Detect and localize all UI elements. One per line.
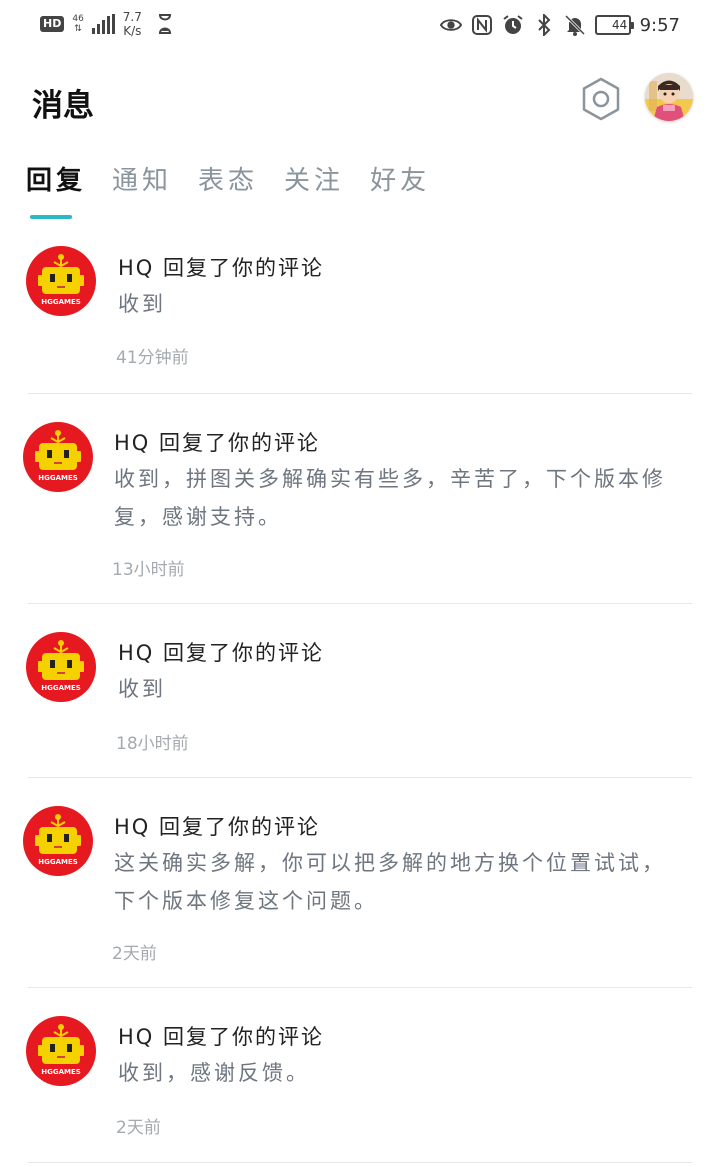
message-time: 13小时前 — [112, 560, 185, 580]
alarm-icon — [502, 14, 524, 36]
robot-logo-icon: HGGAMES — [38, 254, 84, 306]
message-item[interactable]: HGGAMES HQ 回复了你的评论 收到，感谢反馈。 2天前 — [0, 989, 720, 1165]
divider — [28, 603, 692, 604]
logo-text: HGGAMES — [38, 474, 78, 482]
bluetooth-icon — [533, 14, 555, 36]
message-body: 收到 — [118, 677, 166, 701]
logo-text: HGGAMES — [38, 858, 78, 866]
message-tabs: 回复 通知 表态 关注 好友 — [26, 160, 456, 220]
logo-text: HGGAMES — [41, 1068, 81, 1076]
nfc-icon — [471, 14, 493, 36]
user-avatar[interactable] — [645, 73, 693, 121]
message-item[interactable]: HGGAMES HQ 回复了你的评论 收到，拼图关多解确实有些多，辛苦了，下个版… — [0, 395, 720, 605]
robot-logo-icon: HGGAMES — [38, 640, 84, 692]
robot-logo-icon: HGGAMES — [35, 430, 81, 482]
message-item[interactable]: HGGAMES HQ 回复了你的评论 收到 18小时前 — [0, 605, 720, 779]
message-time: 2天前 — [112, 944, 157, 964]
clock: 9:57 — [639, 14, 680, 36]
battery-icon: 44 — [594, 15, 634, 35]
message-body: 这关确实多解，你可以把多解的地方换个位置试试，下个版本修复这个问题。 — [114, 851, 666, 913]
tab-active-indicator — [30, 215, 72, 219]
tab-reactions[interactable]: 表态 — [198, 160, 258, 220]
tab-notifications[interactable]: 通知 — [112, 160, 172, 220]
page-title: 消息 — [32, 88, 94, 124]
divider — [28, 987, 692, 988]
sender-avatar[interactable]: HGGAMES — [26, 246, 96, 316]
message-title: HQ 回复了你的评论 — [118, 641, 324, 665]
sender-avatar[interactable]: HGGAMES — [23, 422, 93, 492]
message-body: 收到，拼图关多解确实有些多，辛苦了，下个版本修复，感谢支持。 — [114, 467, 666, 529]
robot-logo-icon: HGGAMES — [35, 814, 81, 866]
tab-reply[interactable]: 回复 — [26, 160, 86, 220]
message-body: 收到 — [118, 292, 166, 316]
status-bar: HD 46 ⇅ 7.7 K/s 44 9:57 — [0, 0, 720, 52]
message-list: HGGAMES HQ 回复了你的评论 收到 41分钟前 HGGAMES HQ 回… — [0, 230, 720, 1165]
message-title: HQ 回复了你的评论 — [118, 1025, 324, 1049]
header: 消息 — [0, 60, 720, 140]
hd-badge: HD — [40, 16, 65, 32]
sender-avatar[interactable]: HGGAMES — [23, 806, 93, 876]
status-left: HD 46 ⇅ 7.7 K/s — [40, 10, 176, 38]
message-time: 18小时前 — [116, 734, 189, 754]
tab-follows[interactable]: 关注 — [284, 160, 344, 220]
eye-icon — [439, 14, 462, 36]
tab-friends[interactable]: 好友 — [370, 160, 430, 220]
logo-text: HGGAMES — [41, 298, 81, 306]
status-right: 44 9:57 — [439, 12, 680, 38]
network-speed: 7.7 K/s — [122, 10, 142, 38]
network-generation: 46 ⇅ — [72, 14, 84, 34]
divider — [28, 393, 692, 394]
settings-button[interactable] — [580, 76, 622, 122]
sender-avatar[interactable]: HGGAMES — [26, 1016, 96, 1086]
mute-bell-icon — [564, 14, 586, 36]
sender-avatar[interactable]: HGGAMES — [26, 632, 96, 702]
message-item[interactable]: HGGAMES HQ 回复了你的评论 这关确实多解，你可以把多解的地方换个位置试… — [0, 779, 720, 989]
hexagon-gear-icon — [582, 77, 620, 121]
message-title: HQ 回复了你的评论 — [114, 815, 320, 839]
message-title: HQ 回复了你的评论 — [118, 256, 324, 280]
message-body: 收到，感谢反馈。 — [118, 1061, 310, 1085]
divider — [28, 1162, 692, 1163]
divider — [28, 777, 692, 778]
hourglass-icon — [154, 13, 176, 35]
message-time: 41分钟前 — [116, 348, 189, 368]
robot-logo-icon: HGGAMES — [38, 1024, 84, 1076]
logo-text: HGGAMES — [41, 684, 81, 692]
message-title: HQ 回复了你的评论 — [114, 431, 320, 455]
message-time: 2天前 — [116, 1118, 161, 1138]
signal-icon — [91, 14, 115, 34]
message-item[interactable]: HGGAMES HQ 回复了你的评论 收到 41分钟前 — [0, 230, 720, 395]
